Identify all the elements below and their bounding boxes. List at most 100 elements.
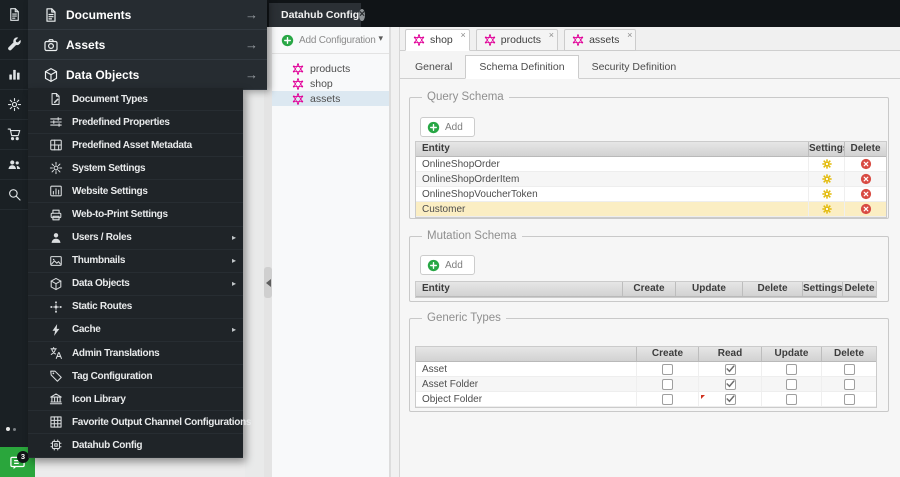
graphql-icon (572, 34, 584, 46)
rail-item-search-icon[interactable] (0, 180, 28, 210)
read-checkbox[interactable] (724, 363, 736, 375)
close-panel-icon[interactable] (359, 9, 365, 21)
menu-item-web-to-print-settings[interactable]: Web-to-Print Settings (28, 203, 243, 227)
read-cell (699, 377, 762, 391)
column-header-update: Update (762, 347, 822, 361)
delete-checkbox[interactable] (843, 378, 855, 390)
generic-types-row-asset-folder[interactable]: Asset Folder (416, 377, 876, 392)
chevron-down-icon[interactable] (378, 33, 383, 44)
menu-item-favorite-output-channel-configurations[interactable]: Favorite Output Channel Configurations (28, 411, 251, 435)
menu-section-documents[interactable]: Documents (28, 0, 267, 30)
column-header-create: Create (623, 282, 676, 296)
tree-item-shop[interactable]: shop (272, 76, 389, 91)
update-checkbox[interactable] (786, 393, 797, 405)
menu-item-thumbnails[interactable]: Thumbnails (28, 250, 243, 273)
table-header-row: Entity Settings Delete (416, 142, 886, 157)
rail-item-users-icon[interactable] (0, 150, 28, 180)
update-checkbox[interactable] (786, 378, 797, 390)
delete-icon[interactable] (860, 173, 872, 185)
tree-item-assets[interactable]: assets (272, 91, 389, 106)
read-checkbox[interactable] (724, 393, 736, 405)
update-checkbox[interactable] (786, 363, 797, 375)
data-objects-icon (49, 277, 63, 291)
delete-icon[interactable] (860, 203, 872, 215)
menu-section-data-objects[interactable]: Data Objects (28, 60, 267, 90)
generic-types-row-asset[interactable]: Asset (416, 362, 876, 377)
subtab-schema-definition[interactable]: Schema Definition (465, 55, 579, 79)
datahub-config-panel-tab[interactable]: Datahub Config (269, 3, 365, 27)
column-header-settings: Settings (803, 282, 843, 296)
column-header-delete: Delete (833, 348, 864, 359)
menu-item-label: Users / Roles (72, 232, 132, 244)
close-tab-icon[interactable] (627, 30, 632, 40)
menu-section-assets[interactable]: Assets (28, 30, 267, 60)
menu-item-website-settings[interactable]: Website Settings (28, 180, 243, 204)
arrow-right-icon (245, 7, 258, 22)
delete-icon[interactable] (860, 188, 872, 200)
menu-item-predefined-asset-metadata[interactable]: Predefined Asset Metadata (28, 134, 243, 158)
subtab-general[interactable]: General (402, 55, 465, 79)
rail-item-system-settings-icon[interactable] (0, 90, 28, 120)
create-checkbox[interactable] (662, 393, 673, 405)
menu-item-label: System Settings (72, 162, 146, 174)
menu-item-label: Thumbnails (72, 255, 126, 267)
menu-item-icon-library[interactable]: Icon Library (28, 388, 243, 412)
column-header-delete: Delete (743, 282, 803, 296)
menu-item-cache[interactable]: Cache (28, 319, 243, 343)
tree-item-products[interactable]: products (272, 61, 389, 76)
subtab-security-definition[interactable]: Security Definition (579, 55, 690, 79)
menu-item-label: Tag Configuration (72, 370, 153, 382)
generic-types-row-object-folder[interactable]: Object Folder (416, 392, 876, 407)
gear-icon[interactable] (821, 188, 833, 200)
tab-assets[interactable]: assets (564, 29, 637, 51)
add-configuration-button[interactable]: Add Configuration (281, 34, 376, 47)
icon-rail (0, 0, 28, 477)
close-tab-icon[interactable] (461, 30, 466, 40)
menu-item-data-objects[interactable]: Data Objects (28, 273, 243, 296)
menu-item-datahub-config[interactable]: Datahub Config (28, 434, 243, 458)
menu-item-static-routes[interactable]: Static Routes (28, 296, 243, 319)
column-header-entity: Entity (416, 142, 809, 156)
rail-item-documents-icon[interactable] (0, 0, 28, 30)
menu-item-label: Website Settings (72, 185, 148, 197)
menu-item-document-types[interactable]: Document Types (28, 88, 243, 112)
delete-icon[interactable] (860, 158, 872, 170)
tree-collapse-handle[interactable] (264, 267, 272, 298)
panel-splitter[interactable] (390, 27, 400, 477)
tab-products[interactable]: products (475, 29, 559, 51)
column-header-update: Update (676, 282, 743, 296)
menu-item-label: Cache (72, 324, 101, 336)
generic-types-legend: Generic Types (422, 312, 506, 324)
query-schema-row-onlineshopvouchertoken[interactable]: OnlineShopVoucherToken (416, 187, 886, 202)
delete-cell (822, 362, 876, 376)
create-checkbox[interactable] (662, 378, 673, 390)
menu-item-users-roles[interactable]: Users / Roles (28, 227, 243, 250)
gear-icon[interactable] (821, 173, 833, 185)
mutation-schema-add-button[interactable]: Add (420, 255, 475, 275)
menu-item-admin-translations[interactable]: Admin Translations (28, 342, 243, 366)
delete-checkbox[interactable] (843, 363, 855, 375)
gear-icon[interactable] (821, 203, 833, 215)
rail-item-tools-icon[interactable] (0, 30, 28, 60)
menu-item-system-settings[interactable]: System Settings (28, 157, 243, 181)
rail-item-reports-icon[interactable] (0, 60, 28, 90)
tab-label: assets (589, 34, 620, 46)
rail-item-ecommerce-icon[interactable] (0, 120, 28, 150)
menu-item-label: Admin Translations (72, 347, 160, 359)
menu-item-tag-configuration[interactable]: Tag Configuration (28, 365, 243, 389)
delete-checkbox[interactable] (843, 393, 855, 405)
close-tab-icon[interactable] (549, 30, 554, 40)
query-schema-row-customer[interactable]: Customer (416, 202, 886, 217)
tab-shop[interactable]: shop (405, 29, 470, 51)
read-checkbox[interactable] (724, 378, 736, 390)
web-to-print-icon (49, 208, 63, 222)
settings-cell (809, 202, 845, 216)
create-checkbox[interactable] (662, 363, 673, 375)
config-tree-panel: Add Configuration products shop assets (272, 27, 390, 477)
delete-cell (845, 187, 886, 201)
query-schema-row-onlineshoporderitem[interactable]: OnlineShopOrderItem (416, 172, 886, 187)
query-schema-add-button[interactable]: Add (420, 117, 475, 137)
gear-icon[interactable] (821, 158, 833, 170)
menu-item-predefined-properties[interactable]: Predefined Properties (28, 111, 243, 135)
query-schema-row-onlineshoporder[interactable]: OnlineShopOrder (416, 157, 886, 172)
